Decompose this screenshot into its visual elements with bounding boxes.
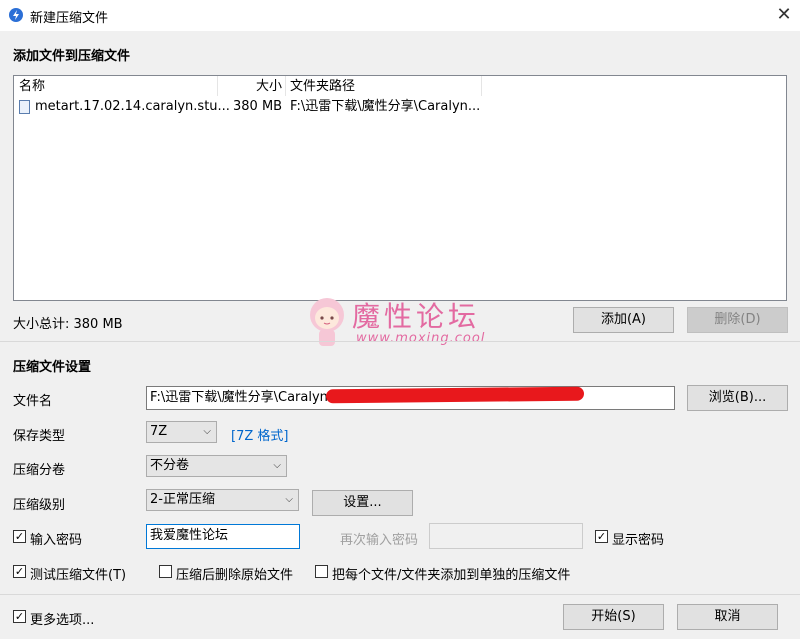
- app-bolt-icon: [9, 8, 23, 22]
- files-section-title: 添加文件到压缩文件: [13, 49, 131, 64]
- column-separator[interactable]: [217, 76, 218, 96]
- chevron-down-icon: ⌵: [203, 426, 211, 437]
- file-icon: [19, 100, 30, 114]
- level-select[interactable]: 2-正常压缩 ⌵: [146, 489, 299, 511]
- separate-archives-checkbox[interactable]: [315, 565, 328, 578]
- show-password-checkbox[interactable]: ✓: [595, 530, 608, 543]
- format-link[interactable]: [7Z 格式]: [231, 425, 288, 444]
- filename-label: 文件名: [13, 394, 53, 409]
- save-type-value: 7Z: [150, 424, 168, 439]
- column-separator[interactable]: [481, 76, 482, 96]
- password-input[interactable]: 我爱魔性论坛: [146, 524, 300, 549]
- cancel-button[interactable]: 取消: [677, 604, 778, 630]
- chevron-down-icon: ⌵: [273, 460, 281, 471]
- title-bar: [0, 0, 800, 31]
- browse-button[interactable]: 浏览(B)...: [687, 385, 788, 411]
- chevron-down-icon: ⌵: [285, 494, 293, 505]
- test-archive-label[interactable]: 测试压缩文件(T): [30, 564, 126, 583]
- settings-section-title: 压缩文件设置: [13, 360, 92, 375]
- more-options-checkbox[interactable]: ✓: [13, 610, 26, 623]
- level-value: 2-正常压缩: [150, 492, 215, 507]
- delete-original-label[interactable]: 压缩后删除原始文件: [176, 564, 293, 583]
- separate-archives-label[interactable]: 把每个文件/文件夹添加到单独的压缩文件: [332, 564, 570, 583]
- footer-divider: [0, 594, 800, 595]
- split-value: 不分卷: [150, 458, 190, 473]
- window-title: 新建压缩文件: [30, 11, 109, 26]
- file-row-size[interactable]: 380 MB: [233, 98, 282, 116]
- filename-value: F:\迅雷下载\魔性分享\Caralyn: [150, 390, 328, 405]
- total-size-label: 大小总计: 380 MB: [13, 317, 123, 332]
- column-header-path[interactable]: 文件夹路径: [290, 78, 355, 96]
- level-label: 压缩级别: [13, 498, 66, 513]
- password-checkbox[interactable]: ✓: [13, 530, 26, 543]
- split-label: 压缩分卷: [13, 463, 66, 478]
- save-type-label: 保存类型: [13, 429, 66, 444]
- test-archive-checkbox[interactable]: ✓: [13, 565, 26, 578]
- watermark-url: www.moxing.cool: [356, 331, 486, 346]
- watermark-text: 魔性论坛: [352, 300, 481, 333]
- reenter-password-input[interactable]: [429, 523, 583, 549]
- close-icon[interactable]: ✕: [772, 3, 796, 27]
- column-header-name[interactable]: 名称: [19, 78, 45, 96]
- setup-button[interactable]: 设置...: [312, 490, 413, 516]
- start-button[interactable]: 开始(S): [563, 604, 664, 630]
- delete-button[interactable]: 删除(D): [687, 307, 788, 333]
- reenter-password-label: 再次输入密码: [340, 533, 419, 548]
- save-type-select[interactable]: 7Z ⌵: [146, 421, 217, 443]
- delete-original-checkbox[interactable]: [159, 565, 172, 578]
- watermark-mascot-icon: [305, 293, 349, 351]
- more-options-label[interactable]: 更多选项...: [30, 609, 94, 628]
- password-checkbox-label[interactable]: 输入密码: [30, 529, 82, 548]
- password-value: 我爱魔性论坛: [150, 528, 229, 543]
- section-divider: [0, 341, 800, 342]
- column-header-size[interactable]: 大小: [256, 78, 282, 96]
- add-button[interactable]: 添加(A): [573, 307, 674, 333]
- file-row-name[interactable]: metart.17.02.14.caralyn.stu...: [35, 98, 230, 116]
- show-password-label[interactable]: 显示密码: [612, 529, 664, 548]
- file-row-path[interactable]: F:\迅雷下载\魔性分享\Caralyn...: [290, 98, 480, 116]
- file-list[interactable]: 名称 大小 文件夹路径 metart.17.02.14.caralyn.stu.…: [13, 75, 787, 301]
- split-select[interactable]: 不分卷 ⌵: [146, 455, 287, 477]
- column-separator[interactable]: [285, 76, 286, 96]
- redaction-mark: [325, 386, 585, 404]
